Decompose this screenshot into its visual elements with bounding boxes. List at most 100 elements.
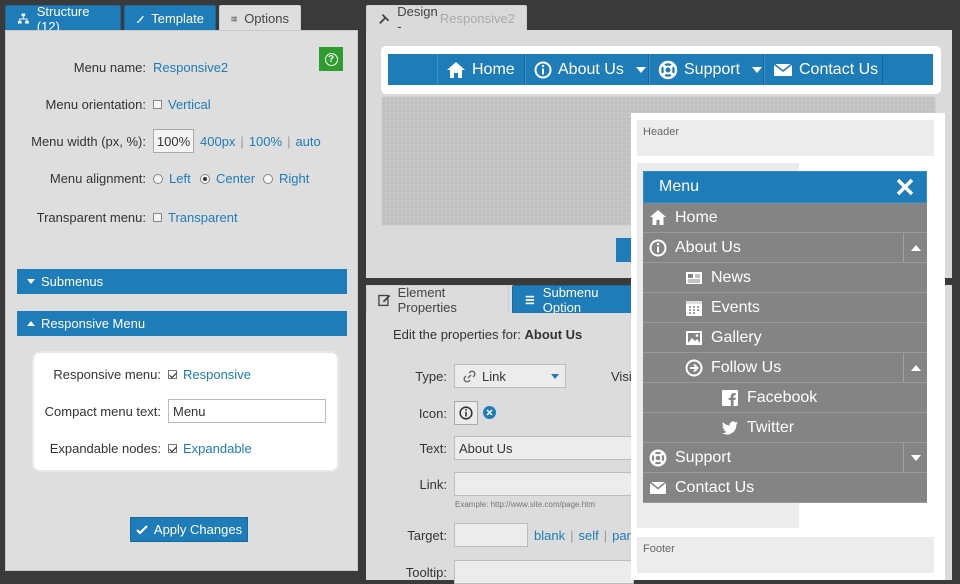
responsive-menu-item[interactable]: Home [643, 203, 927, 233]
home-icon [650, 209, 666, 225]
alignment-left[interactable]: Left [153, 171, 191, 186]
tools-icon [379, 13, 390, 24]
list-icon [525, 295, 535, 304]
orientation-label: Menu orientation: [45, 97, 146, 112]
responsive-menu-item[interactable]: Contact Us [643, 473, 927, 503]
center-label: Center [216, 171, 256, 186]
target-presets: blank | self | pare [534, 528, 639, 543]
responsive-menu-item-label: Twitter [747, 418, 795, 436]
target-preset-blank[interactable]: blank [534, 528, 565, 543]
expand-toggle[interactable] [903, 443, 927, 472]
close-icon[interactable] [896, 178, 914, 196]
responsive-menu-header[interactable]: Menu [643, 171, 927, 203]
right-radio[interactable] [263, 173, 273, 184]
facebook-icon [722, 389, 738, 406]
lifebuoy-icon [649, 449, 667, 466]
target-input[interactable] [454, 523, 528, 547]
help-icon: ? [324, 52, 338, 66]
tab-structure-label: Structure (12) [36, 3, 90, 34]
expandable-option[interactable]: Expandable [168, 441, 252, 456]
alignment-label: Menu alignment: [49, 171, 146, 186]
left-radio[interactable] [153, 173, 163, 184]
transparent-option[interactable]: Transparent [153, 210, 238, 225]
responsive-menu-item[interactable]: Gallery [643, 323, 927, 353]
preview-footer: Footer [637, 537, 934, 573]
tab-options[interactable]: Options [219, 5, 301, 31]
twitter-icon [722, 420, 738, 434]
chevron-up-icon [910, 244, 921, 251]
menu-item-about-us[interactable]: About Us [525, 54, 649, 85]
expand-toggle[interactable] [903, 353, 927, 382]
preview-header: Header [637, 120, 934, 156]
envelope-icon [649, 480, 667, 494]
width-input[interactable]: 100% [153, 129, 194, 153]
responsive-section[interactable]: Responsive Menu [17, 311, 347, 336]
responsive-menu-item-label: Contact Us [675, 478, 755, 496]
link-label: Link: [419, 477, 447, 492]
tab-submenu-options[interactable]: Submenu Option [512, 285, 637, 315]
responsive-menu-item[interactable]: Support [643, 443, 927, 473]
link-input[interactable] [454, 472, 634, 496]
type-select[interactable]: Link [454, 364, 566, 388]
responsive-menu-label: Responsive menu: [53, 367, 161, 382]
menu-item-contact-us[interactable]: Contact Us [764, 54, 883, 85]
target-preset-self[interactable]: self [578, 528, 598, 543]
menu-item-support-label: Support [684, 60, 741, 78]
icon-picker-button[interactable] [454, 401, 478, 425]
tooltip-input[interactable] [454, 560, 634, 584]
responsive-menu-item[interactable]: Facebook [643, 383, 927, 413]
vertical-checkbox[interactable] [153, 100, 162, 109]
menu-item-support[interactable]: Support [649, 54, 764, 85]
responsive-menu-item-label: Support [675, 448, 732, 466]
apply-changes-button[interactable]: Apply Changes [130, 517, 248, 542]
horizontal-menu: Home About Us Support Contact Us [388, 54, 933, 85]
tab-template[interactable]: Template [124, 5, 216, 31]
transparent-label: Transparent menu: [36, 210, 146, 225]
responsive-checkbox[interactable] [168, 370, 177, 379]
type-value: Link [482, 368, 506, 384]
responsive-menu-item[interactable]: Follow Us [643, 353, 927, 383]
compact-text-input[interactable]: Menu [168, 399, 326, 423]
responsive-option-label: Responsive [183, 367, 251, 382]
menu-name-label: Menu name: [73, 60, 146, 75]
expandable-checkbox[interactable] [168, 444, 177, 453]
envelope-icon [773, 62, 793, 76]
expand-toggle[interactable] [903, 233, 927, 262]
help-button[interactable]: ? [319, 47, 343, 71]
width-preset-100[interactable]: 100% [249, 134, 282, 149]
width-preset-auto[interactable]: auto [295, 134, 320, 149]
responsive-menu-item[interactable]: Twitter [643, 413, 927, 443]
lifebuoy-icon [658, 60, 678, 79]
orientation-option[interactable]: Vertical [153, 97, 211, 112]
tab-design[interactable]: Design - Responsive2 [366, 4, 527, 34]
menu-item-home[interactable]: Home [437, 54, 525, 85]
chevron-up-icon [910, 364, 921, 371]
alignment-right[interactable]: Right [263, 171, 309, 186]
menu-name-value[interactable]: Responsive2 [153, 60, 228, 75]
text-input[interactable]: About Us [454, 436, 634, 460]
transparent-checkbox[interactable] [153, 213, 162, 222]
tab-structure[interactable]: Structure (12) [5, 3, 121, 34]
center-radio[interactable] [200, 173, 210, 184]
expandable-option-label: Expandable [183, 441, 252, 456]
responsive-option[interactable]: Responsive [168, 367, 251, 382]
clear-icon-button[interactable] [483, 406, 496, 419]
sitemap-icon [17, 13, 29, 24]
submenus-section[interactable]: Submenus [17, 269, 347, 294]
responsive-menu-item-label: Gallery [711, 328, 762, 346]
menu-item-about-us-label: About Us [558, 60, 624, 78]
tab-element-properties[interactable]: Element Properties [366, 285, 509, 315]
responsive-menu-item[interactable]: Events [643, 293, 927, 323]
alignment-center[interactable]: Center [200, 171, 255, 186]
responsive-menu-item[interactable]: About Us [643, 233, 927, 263]
compact-text-label: Compact menu text: [44, 404, 161, 419]
arrow-circle-icon [685, 359, 703, 376]
edit-properties-heading: Edit the properties for: About Us [393, 327, 582, 342]
responsive-menu-item-label: News [711, 268, 752, 286]
submenus-section-label: Submenus [41, 274, 104, 289]
responsive-menu-item[interactable]: News [643, 263, 927, 293]
width-preset-400px[interactable]: 400px [200, 134, 235, 149]
responsive-menu: Menu Home About Us News Events Gallery Follow… [643, 171, 927, 503]
responsive-section-label: Responsive Menu [41, 316, 146, 331]
tab-template-label: Template [151, 11, 204, 26]
